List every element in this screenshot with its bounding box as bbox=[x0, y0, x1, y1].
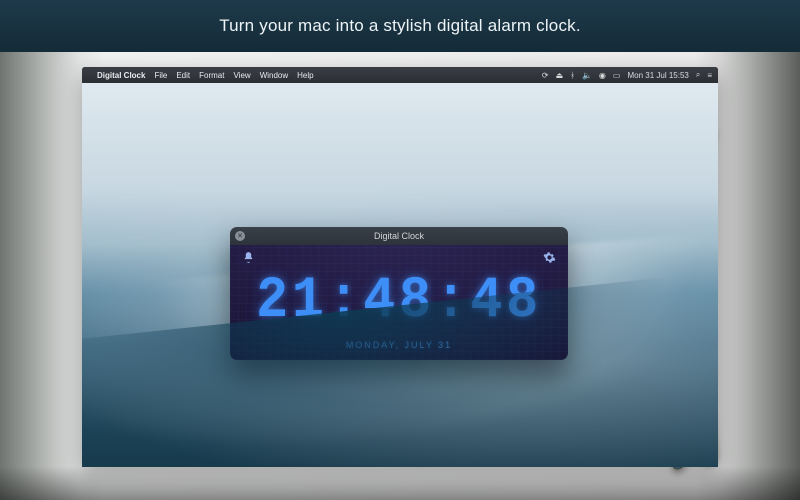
clock-date-display: MONDAY, JULY 31 bbox=[242, 340, 556, 350]
menubar-item-help[interactable]: Help bbox=[297, 71, 313, 80]
menubar-item-format[interactable]: Format bbox=[199, 71, 224, 80]
close-icon: ✕ bbox=[237, 233, 243, 240]
menubar-datetime[interactable]: Mon 31 Jul 15:53 bbox=[627, 71, 688, 80]
search-icon[interactable]: ⌕ bbox=[696, 70, 700, 80]
menubar-app-name[interactable]: Digital Clock bbox=[97, 71, 145, 80]
mac-desktop-screenshot: Digital Clock File Edit Format View Wind… bbox=[82, 67, 718, 467]
promo-tagline: Turn your mac into a stylish digital ala… bbox=[219, 16, 581, 36]
menubar-item-window[interactable]: Window bbox=[260, 71, 288, 80]
window-title: Digital Clock bbox=[374, 231, 424, 241]
menubar-item-file[interactable]: File bbox=[154, 71, 167, 80]
eject-icon[interactable]: ⏏ bbox=[556, 71, 564, 80]
volume-icon[interactable]: 🔈 bbox=[582, 71, 592, 80]
menubar-item-view[interactable]: View bbox=[233, 71, 250, 80]
window-titlebar[interactable]: ✕ Digital Clock bbox=[230, 227, 568, 245]
battery-icon[interactable]: ▭ bbox=[613, 71, 621, 80]
alarm-bell-icon[interactable] bbox=[242, 251, 255, 269]
clock-panel: 21:48:48 MONDAY, JULY 31 bbox=[230, 245, 568, 360]
sync-icon[interactable]: ⟳ bbox=[542, 71, 549, 80]
menubar-status-area: ⟳ ⏏ ᚼ 🔈 ◉ ▭ Mon 31 Jul 15:53 ⌕ ≡ bbox=[542, 70, 712, 80]
wifi-icon[interactable]: ◉ bbox=[599, 71, 606, 80]
desktop-wallpaper: ✕ Digital Clock 21:48:48 MONDAY, JULY bbox=[82, 83, 718, 467]
bluetooth-icon[interactable]: ᚼ bbox=[570, 71, 575, 80]
mac-menubar: Digital Clock File Edit Format View Wind… bbox=[82, 67, 718, 83]
promo-stage: Turn your mac into a stylish digital ala… bbox=[0, 0, 800, 500]
promo-headline-band: Turn your mac into a stylish digital ala… bbox=[0, 0, 800, 52]
menubar-item-edit[interactable]: Edit bbox=[176, 71, 190, 80]
clock-time-display: 21:48:48 bbox=[255, 269, 544, 334]
clock-toolbar bbox=[242, 251, 556, 269]
gear-icon[interactable] bbox=[543, 251, 556, 269]
digital-clock-window: ✕ Digital Clock 21:48:48 MONDAY, JULY bbox=[230, 227, 568, 360]
window-close-button[interactable]: ✕ bbox=[235, 231, 245, 241]
notifications-icon[interactable]: ≡ bbox=[707, 71, 712, 80]
